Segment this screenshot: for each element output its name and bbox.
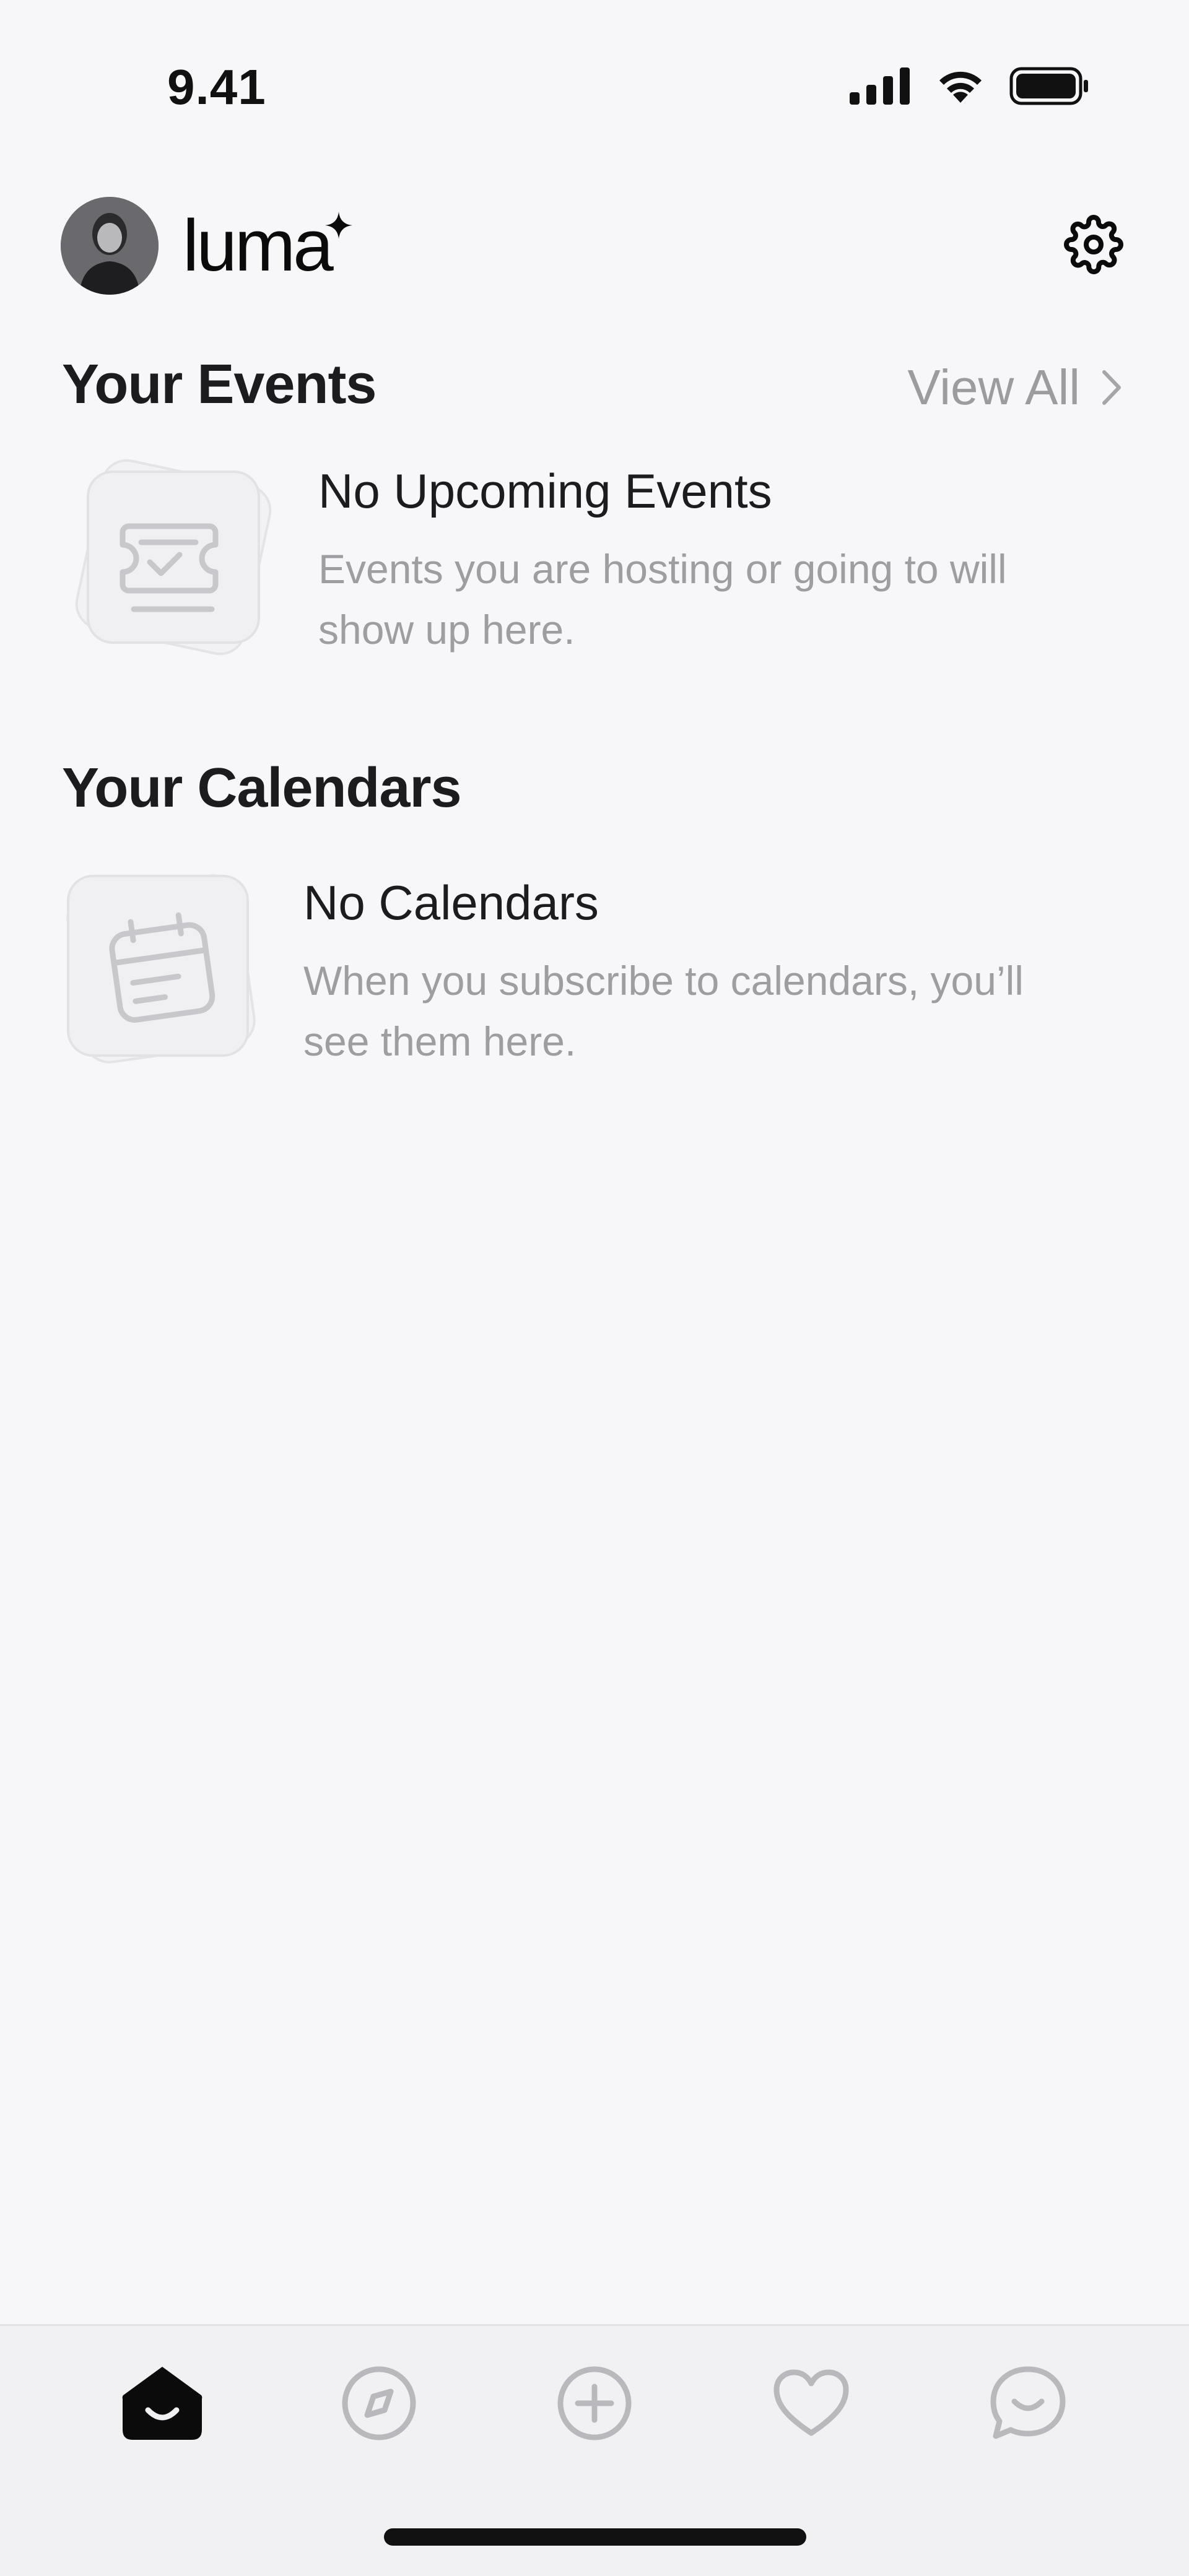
tab-home[interactable] <box>119 2360 206 2447</box>
compass-icon <box>342 2366 416 2440</box>
avatar-image <box>61 197 159 295</box>
ticket-placeholder-icon <box>75 459 272 656</box>
wifi-icon <box>939 71 982 103</box>
sparkle-icon <box>325 212 352 239</box>
cellular-signal-icon <box>850 67 910 105</box>
gear-icon[interactable] <box>1064 215 1123 274</box>
no-events-title: No Upcoming Events <box>318 464 772 518</box>
no-calendars-title: No Calendars <box>303 875 599 930</box>
chevron-right-icon <box>1102 370 1121 405</box>
no-calendars-description-line-2: see them here. <box>303 1018 577 1064</box>
no-calendars-description: When you subscribe to calendars, you’ll … <box>303 950 1024 1072</box>
no-events-description-line-1: Events you are hosting or going to will <box>318 546 1007 592</box>
tab-messages[interactable] <box>985 2360 1071 2447</box>
avatar[interactable] <box>61 197 159 295</box>
no-calendars-description-line-1: When you subscribe to calendars, you’ll <box>303 958 1024 1004</box>
calendars-section-title: Your Calendars <box>62 757 462 819</box>
battery-icon <box>1009 67 1088 105</box>
status-icons <box>850 67 1090 105</box>
app-logo: luma <box>183 205 334 287</box>
plus-circle-icon <box>557 2366 632 2440</box>
calendar-placeholder-icon <box>66 874 256 1064</box>
view-all-button[interactable]: View All <box>907 359 1122 416</box>
tab-discover[interactable] <box>336 2360 422 2447</box>
heart-icon <box>773 2369 849 2436</box>
status-time: 9.41 <box>167 59 266 115</box>
home-icon <box>122 2367 203 2440</box>
view-all-label: View All <box>907 360 1080 415</box>
chat-icon <box>990 2366 1066 2439</box>
no-events-description: Events you are hosting or going to will … <box>318 539 1007 660</box>
no-events-description-line-2: show up here. <box>318 607 575 653</box>
home-indicator <box>384 2528 806 2546</box>
events-section-title: Your Events <box>62 353 377 415</box>
tab-create[interactable] <box>551 2360 638 2447</box>
tab-favorites[interactable] <box>768 2360 855 2447</box>
